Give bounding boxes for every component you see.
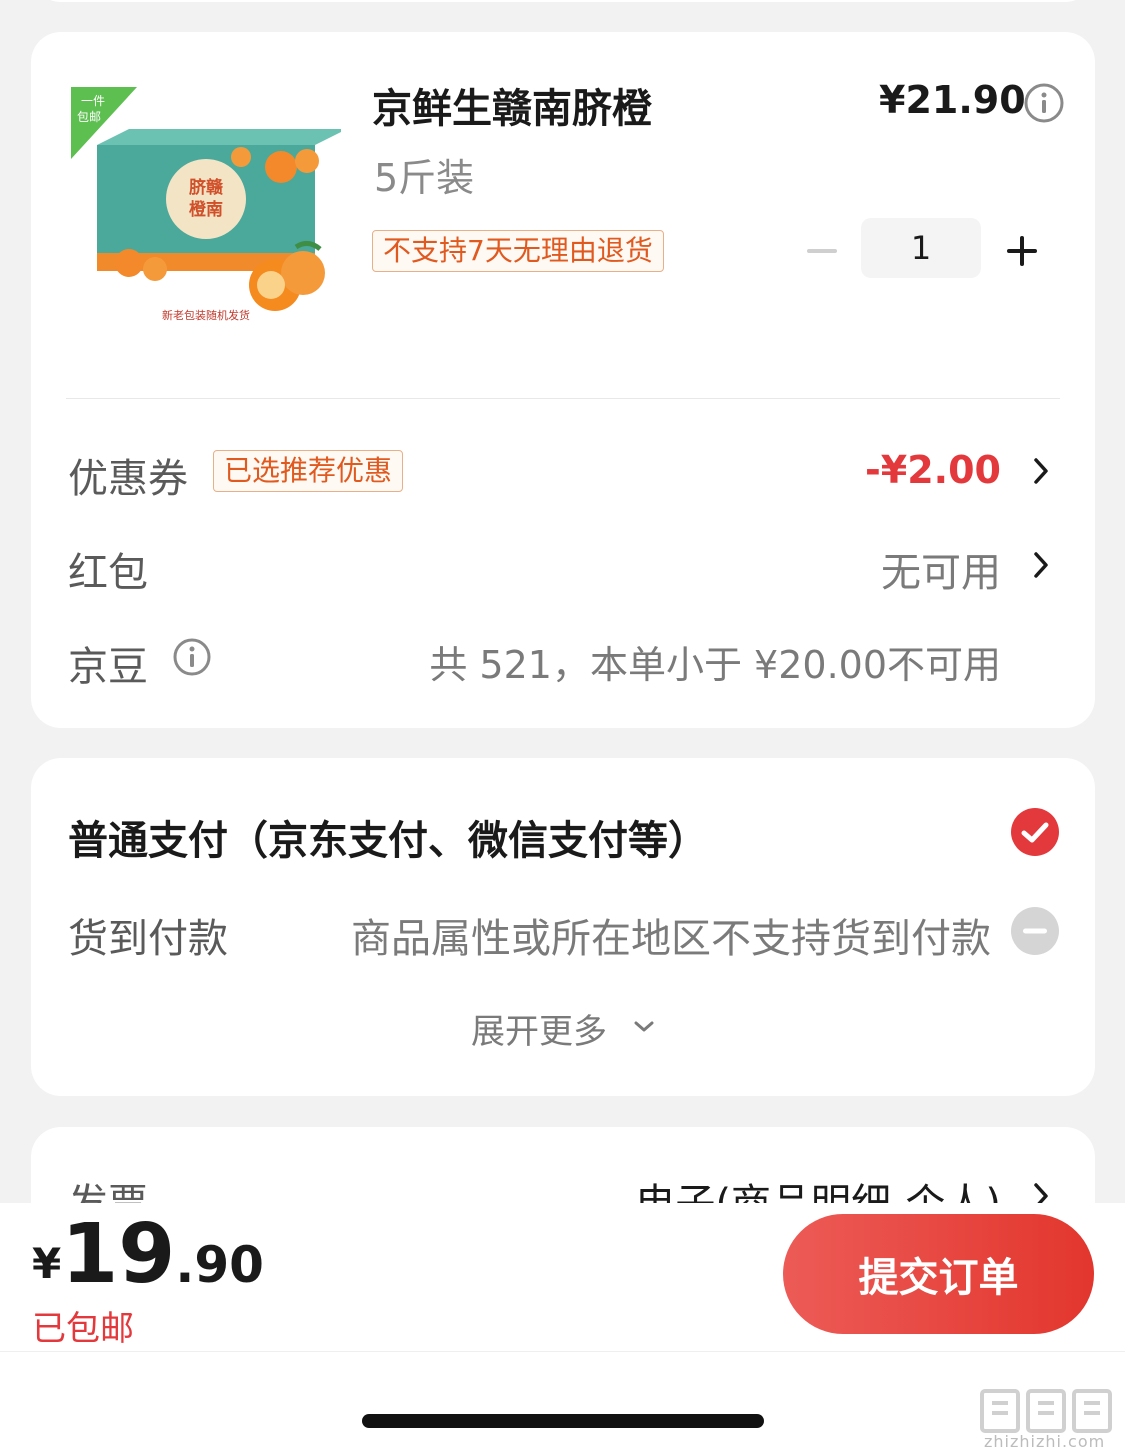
product-spec: 5斤装 [374,156,475,200]
minus-icon[interactable] [801,230,843,272]
price-decimal: .90 [175,1236,264,1294]
chevron-right-icon[interactable] [1031,456,1051,486]
product-price: ¥21.90 [879,78,1026,122]
svg-text:包邮: 包邮 [77,110,101,124]
svg-text:新老包装随机发货: 新老包装随机发货 [162,308,250,322]
bottom-bar: ¥19.90 已包邮 提交订单 zhizhizhi.com [0,1203,1125,1454]
redpack-label: 红包 [68,550,148,596]
info-icon[interactable] [1023,82,1065,124]
svg-text:脐赣: 脐赣 [189,177,224,198]
quantity-stepper[interactable]: 1 [861,218,981,278]
total-price: ¥19.90 [32,1207,264,1302]
submit-order-button[interactable]: 提交订单 [783,1214,1094,1334]
jd-bean-label: 京豆 [68,644,148,690]
shipping-note: 已包邮 [32,1309,134,1349]
divider [0,1351,1125,1352]
cod-description: 商品属性或所在地区不支持货到付款 [351,916,991,962]
plus-icon[interactable] [1001,230,1043,272]
chevron-right-icon[interactable] [1031,550,1051,580]
product-image[interactable]: 脐赣 橙南 一件 包邮 新老包装随机发货 [71,87,341,332]
chevron-down-icon[interactable] [633,1020,655,1034]
currency-symbol: ¥ [32,1239,62,1288]
watermark-text: zhizhizhi.com [984,1432,1106,1451]
home-indicator[interactable] [362,1414,764,1428]
divider [66,398,1060,399]
jd-bean-value: 共 521，本单小于 ¥20.00不可用 [429,643,1001,687]
payment-card: 普通支付（京东支付、微信支付等） 货到付款 商品属性或所在地区不支持货到付款 展… [31,758,1095,1096]
info-icon[interactable] [172,637,212,677]
svg-text:一件: 一件 [81,94,105,108]
svg-text:橙南: 橙南 [189,199,223,220]
redpack-value[interactable]: 无可用 [881,540,1001,598]
coupon-value[interactable]: -¥2.00 [865,448,1001,492]
coupon-label: 优惠券 [68,456,188,502]
product-title[interactable]: 京鲜生赣南脐橙 [372,76,652,134]
cod-label: 货到付款 [68,916,228,962]
coupon-tag: 已选推荐优惠 [213,450,404,492]
expand-more-button[interactable]: 展开更多 [471,1004,607,1053]
check-circle-icon[interactable] [1010,807,1060,857]
previous-card-edge [31,0,1095,2]
price-integer: 19 [61,1207,176,1302]
no-return-tag: 不支持7天无理由退货 [372,230,664,272]
product-card: 脐赣 橙南 一件 包邮 新老包装随机发货 京鲜生赣南脐橙 5斤装 不支持7天无理… [31,32,1095,728]
normal-payment-label[interactable]: 普通支付（京东支付、微信支付等） [68,808,708,866]
disabled-circle-icon [1011,907,1059,955]
